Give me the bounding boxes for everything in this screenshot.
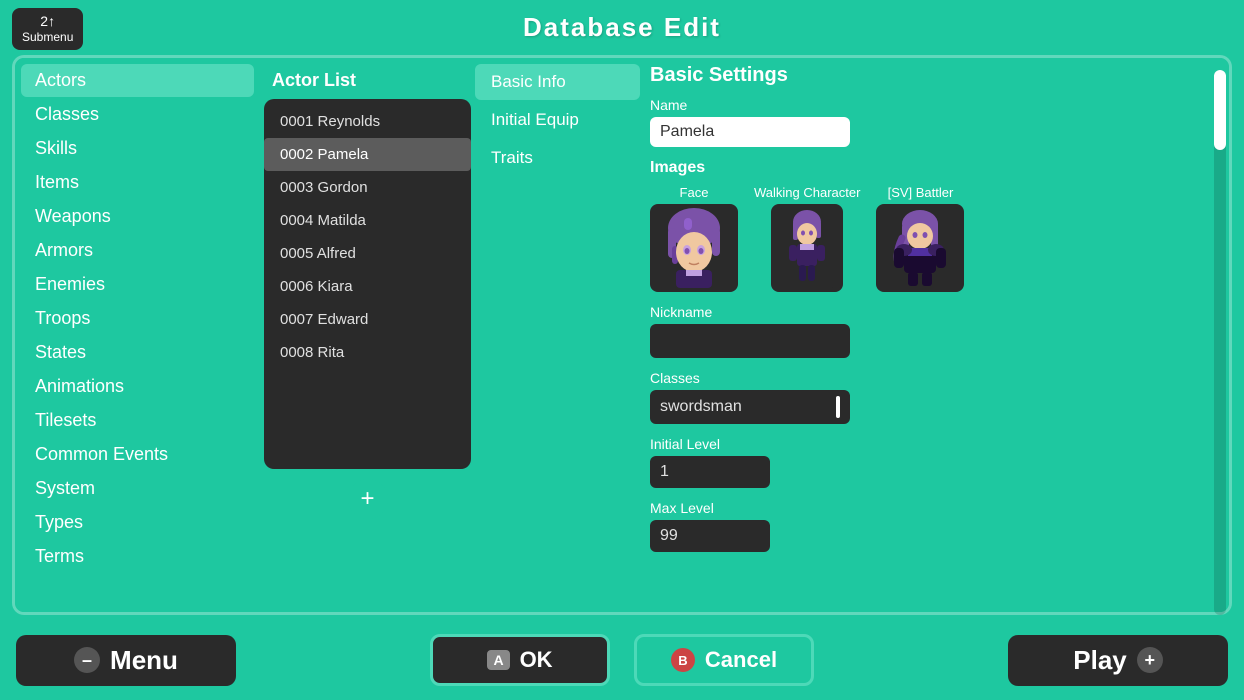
face-image-frame[interactable] — [650, 204, 738, 292]
sidebar-item-skills[interactable]: Skills — [21, 132, 254, 165]
center-buttons: A OK B Cancel — [252, 634, 992, 686]
walking-sprite — [779, 208, 835, 288]
play-button[interactable]: Play + — [1008, 635, 1228, 686]
classes-label: Classes — [650, 370, 1219, 386]
actor-item-0002[interactable]: 0002 Pamela — [264, 138, 471, 171]
images-label: Images — [650, 159, 1219, 177]
tab-traits[interactable]: Traits — [475, 140, 640, 176]
tab-basic-info[interactable]: Basic Info — [475, 64, 640, 100]
walking-label: Walking Character — [754, 185, 860, 200]
sidebar-item-classes[interactable]: Classes — [21, 98, 254, 131]
top-bar: 2↑ Submenu Database Edit — [0, 0, 1244, 55]
sidebar-item-armors[interactable]: Armors — [21, 234, 254, 267]
max-level-label: Max Level — [650, 500, 1219, 516]
submenu-button[interactable]: 2↑ Submenu — [12, 8, 83, 50]
submenu-icon: 2↑ — [22, 12, 73, 30]
classes-field-group: Classes swordsman — [650, 370, 1219, 424]
tabs-panel: Basic Info Initial Equip Traits — [475, 58, 640, 612]
initial-level-label: Initial Level — [650, 436, 1219, 452]
a-badge: A — [487, 650, 509, 670]
classes-input[interactable]: swordsman — [650, 390, 850, 424]
battler-sprite — [880, 208, 960, 288]
sidebar-item-items[interactable]: Items — [21, 166, 254, 199]
images-section: Images Face — [650, 159, 1219, 292]
sidebar-item-animations[interactable]: Animations — [21, 370, 254, 403]
actor-item-0007[interactable]: 0007 Edward — [264, 303, 471, 336]
actor-item-0004[interactable]: 0004 Matilda — [264, 204, 471, 237]
sidebar-item-states[interactable]: States — [21, 336, 254, 369]
ok-button[interactable]: A OK — [430, 634, 610, 686]
classes-indicator — [836, 396, 840, 418]
sidebar-item-tilesets[interactable]: Tilesets — [21, 404, 254, 437]
menu-minus-icon: – — [74, 647, 100, 673]
sidebar-item-types[interactable]: Types — [21, 506, 254, 539]
actor-item-0008[interactable]: 0008 Rita — [264, 336, 471, 369]
sidebar-item-actors[interactable]: Actors — [21, 64, 254, 97]
sidebar: Actors Classes Skills Items Weapons Armo… — [15, 58, 260, 612]
cancel-button[interactable]: B Cancel — [634, 634, 814, 686]
sidebar-item-troops[interactable]: Troops — [21, 302, 254, 335]
cancel-label: Cancel — [705, 647, 777, 673]
settings-title: Basic Settings — [650, 64, 1219, 87]
actor-item-0005[interactable]: 0005 Alfred — [264, 237, 471, 270]
sidebar-item-enemies[interactable]: Enemies — [21, 268, 254, 301]
play-label: Play — [1073, 645, 1127, 676]
battler-image-box: [SV] Battler — [876, 185, 964, 292]
face-image-box: Face — [650, 185, 738, 292]
page-title: Database Edit — [523, 12, 721, 43]
max-level-input-wrap: ▲ ▼ — [650, 520, 770, 552]
ok-label: OK — [520, 647, 553, 673]
sidebar-item-terms[interactable]: Terms — [21, 540, 254, 573]
sidebar-item-weapons[interactable]: Weapons — [21, 200, 254, 233]
add-actor-button[interactable]: + — [348, 479, 388, 519]
settings-panel: Basic Settings Name Images Face — [640, 58, 1229, 612]
initial-level-input[interactable] — [650, 457, 770, 487]
submenu-label: Submenu — [22, 30, 73, 44]
actor-list-panel: Actor List 0001 Reynolds 0002 Pamela 000… — [260, 58, 475, 612]
nickname-input[interactable] — [650, 324, 850, 358]
walking-image-box: Walking Character — [754, 185, 860, 292]
sidebar-item-system[interactable]: System — [21, 472, 254, 505]
images-row: Face — [650, 185, 1219, 292]
actor-item-0006[interactable]: 0006 Kiara — [264, 270, 471, 303]
menu-button[interactable]: – Menu — [16, 635, 236, 686]
initial-level-input-wrap: ▲ ▼ — [650, 456, 770, 488]
battler-label: [SV] Battler — [888, 185, 954, 200]
add-actor-button-wrap: + — [264, 479, 471, 519]
initial-level-field-group: Initial Level ▲ ▼ — [650, 436, 1219, 488]
walking-image-frame[interactable] — [771, 204, 843, 292]
tab-initial-equip[interactable]: Initial Equip — [475, 102, 640, 138]
play-plus-icon: + — [1137, 647, 1163, 673]
actor-list-title: Actor List — [264, 64, 471, 99]
b-badge: B — [671, 648, 695, 672]
nickname-field-group: Nickname — [650, 304, 1219, 358]
name-field-group: Name — [650, 97, 1219, 147]
main-container: Actors Classes Skills Items Weapons Armo… — [12, 55, 1232, 615]
actor-item-0001[interactable]: 0001 Reynolds — [264, 105, 471, 138]
scrollbar-thumb[interactable] — [1214, 70, 1226, 150]
sidebar-item-common-events[interactable]: Common Events — [21, 438, 254, 471]
nickname-label: Nickname — [650, 304, 1219, 320]
actor-list: 0001 Reynolds 0002 Pamela 0003 Gordon 00… — [264, 99, 471, 469]
menu-label: Menu — [110, 645, 178, 676]
name-input[interactable] — [650, 117, 850, 147]
max-level-field-group: Max Level ▲ ▼ — [650, 500, 1219, 552]
max-level-input[interactable] — [650, 521, 770, 551]
face-sprite — [654, 208, 734, 288]
face-label: Face — [680, 185, 709, 200]
scrollbar-track[interactable] — [1214, 70, 1226, 615]
battler-image-frame[interactable] — [876, 204, 964, 292]
actor-item-0003[interactable]: 0003 Gordon — [264, 171, 471, 204]
name-label: Name — [650, 97, 1219, 113]
bottom-bar: – Menu A OK B Cancel Play + — [0, 620, 1244, 700]
